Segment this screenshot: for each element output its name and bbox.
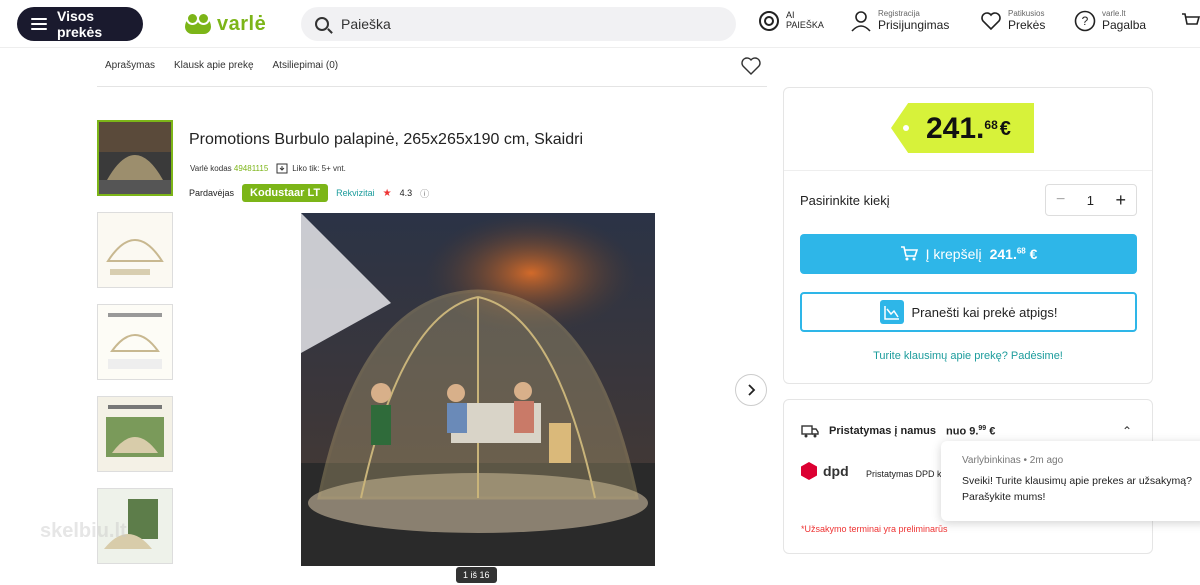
add-to-cart-button[interactable]: Į krepšelį 241.68 € [800,234,1137,274]
question-icon: ? [1074,10,1096,32]
product-meta: Varlė kodas 49481115 Liko tik: 5+ vnt. [190,162,346,174]
truck-icon [801,425,819,438]
seller-badge[interactable]: Kodustaar LT [242,184,329,202]
cart-icon [900,246,918,261]
login-button[interactable]: Registracija Prisijungimas [850,9,950,32]
delivery-header[interactable]: Pristatymas į namus nuo 9.99 € [801,424,995,438]
favorites-button[interactable]: Patikusios Prekės [980,9,1046,32]
divider [784,170,1152,171]
cart-label: Į krepšelį [925,246,982,262]
plus-button[interactable]: + [1115,190,1126,211]
thumbnail-list [97,120,173,580]
price-drop-notify-button[interactable]: Pranešti kai prekė atpigs! [800,292,1137,332]
seller-rating: 4.3 [399,188,413,198]
requisites-link[interactable]: Rekvizitai [336,188,375,198]
tab-ask[interactable]: Klausk apie prekę [174,60,254,86]
thumbnail[interactable] [97,304,173,380]
terms-note: *Užsakymo terminai yra preliminarūs [801,524,948,534]
questions-link[interactable]: Turite klausimų apie prekę? Padėsime! [784,350,1152,362]
heart-icon [980,10,1002,32]
svg-text:?: ? [1082,14,1089,28]
product-title: Promotions Burbulo palapinė, 265x265x190… [189,131,584,148]
stock-text: Liko tik: 5+ vnt. [292,163,346,173]
dpd-delivery-text: Pristatymas DPD k [866,469,942,479]
dpd-cube-icon [801,462,817,480]
star-icon: ★ [382,187,392,199]
watermark: skelbiu.lt [40,520,127,542]
thumbnail[interactable] [97,396,173,472]
code-label: Varlė kodas [190,163,232,173]
thumbnail[interactable] [97,120,173,196]
frog-logo-icon [185,11,211,34]
all-products-button[interactable]: Visos prekės [17,7,143,41]
top-header: Visos prekės varlė AIPAIEŠKA Registracij… [0,0,1200,48]
user-icon [850,10,872,32]
quantity-label: Pasirinkite kiekį [800,193,890,208]
stock-icon [276,163,288,174]
help-button[interactable]: ? varle.lt Pagalba [1074,9,1147,32]
ai-search-button[interactable]: AI PAIEŠKA [758,10,824,32]
site-logo[interactable]: varlė [185,11,267,36]
info-icon[interactable]: ⓘ [420,187,429,200]
search-input[interactable] [341,16,721,32]
chat-popup[interactable]: Varlybinkinas • 2m ago Sveiki! Turite kl… [941,441,1200,521]
chevron-up-icon[interactable]: ⌃ [1122,424,1132,438]
seller-row: Pardavėjas Kodustaar LT Rekvizitai ★ 4.3… [189,184,429,202]
favorites-label: Prekės [1008,17,1046,32]
help-label: Pagalba [1102,17,1147,32]
login-label: Prisijungimas [878,17,950,32]
notify-label: Pranešti kai prekė atpigs! [911,304,1058,320]
cart-header-button[interactable] [1180,10,1200,32]
delivery-price: nuo 9.99 € [946,424,996,438]
add-to-favorites-heart-icon[interactable] [740,56,762,76]
next-image-button[interactable] [735,374,767,406]
quantity-stepper[interactable]: − 1 + [1045,184,1137,216]
product-tabs: Aprašymas Klausk apie prekę Atsiliepimai… [97,57,767,87]
product-code: 49481115 [233,163,269,173]
ai-icon [758,10,780,32]
search-icon [315,17,329,31]
search-bar[interactable] [301,7,736,41]
chat-message: Sveiki! Turite klausimų apie prekes ar u… [962,475,1192,503]
quantity-value[interactable]: 1 [1087,193,1094,208]
thumbnail[interactable] [97,212,173,288]
menu-icon [31,15,47,33]
cart-icon [1180,10,1200,32]
tab-reviews[interactable]: Atsiliepimai (0) [273,60,339,86]
price: 241.68 € [926,112,1011,145]
all-products-label: Visos prekės [56,8,103,40]
seller-label: Pardavėjas [189,188,235,198]
delivery-label: Pristatymas į namus [829,425,936,437]
logo-text: varlė [217,13,267,35]
buy-panel: 241.68 € Pasirinkite kiekį − 1 + Į krepše… [783,87,1153,384]
tab-description[interactable]: Aprašymas [105,60,155,86]
chart-down-icon [879,300,904,324]
minus-button[interactable]: − [1056,191,1065,209]
main-product-image[interactable] [301,213,655,566]
chat-sender: Varlybinkinas • 2m ago [962,455,1064,466]
image-counter: 1 iš 16 [456,567,497,583]
chevron-right-icon [748,384,756,396]
dpd-logo: dpd [801,462,849,480]
cart-price: 241.68 € [989,246,1038,262]
ai-label-bottom: PAIEŠKA [786,20,824,30]
